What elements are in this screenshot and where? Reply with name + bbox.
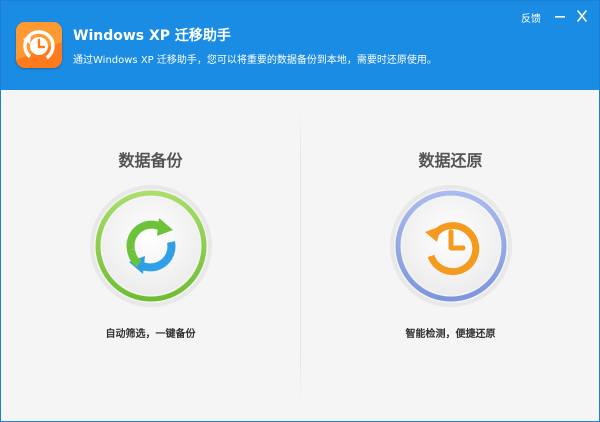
backup-button[interactable]	[89, 184, 213, 308]
backup-title: 数据备份	[118, 151, 183, 170]
backup-description: 自动筛选，一键备份	[105, 329, 196, 340]
app-title: Windows XP 迁移助手	[73, 28, 231, 44]
restore-panel: 数据还原 智能检测，便捷还原	[301, 90, 599, 421]
feedback-link[interactable]: 反馈	[521, 10, 541, 25]
main-content: 数据备份 自动筛选，一键备份 数据还原 智能检测，便捷还原	[1, 90, 599, 421]
clock-arrow-icon	[16, 22, 62, 68]
backup-panel: 数据备份 自动筛选，一键备份	[1, 90, 300, 421]
title-bar: Windows XP 迁移助手 通过Windows XP 迁移助手，您可以将重要…	[1, 1, 599, 90]
app-window: Windows XP 迁移助手 通过Windows XP 迁移助手，您可以将重要…	[0, 0, 600, 422]
restore-button[interactable]	[389, 184, 513, 308]
refresh-arrows-icon	[89, 185, 212, 307]
minimize-icon[interactable]	[552, 8, 568, 22]
restore-description: 智能检测，便捷还原	[405, 329, 496, 340]
app-subtitle: 通过Windows XP 迁移助手，您可以将重要的数据备份到本地，需要时还原使用…	[73, 55, 437, 66]
clock-restore-icon	[389, 185, 512, 307]
close-icon[interactable]	[574, 8, 590, 22]
restore-title: 数据还原	[418, 151, 483, 170]
